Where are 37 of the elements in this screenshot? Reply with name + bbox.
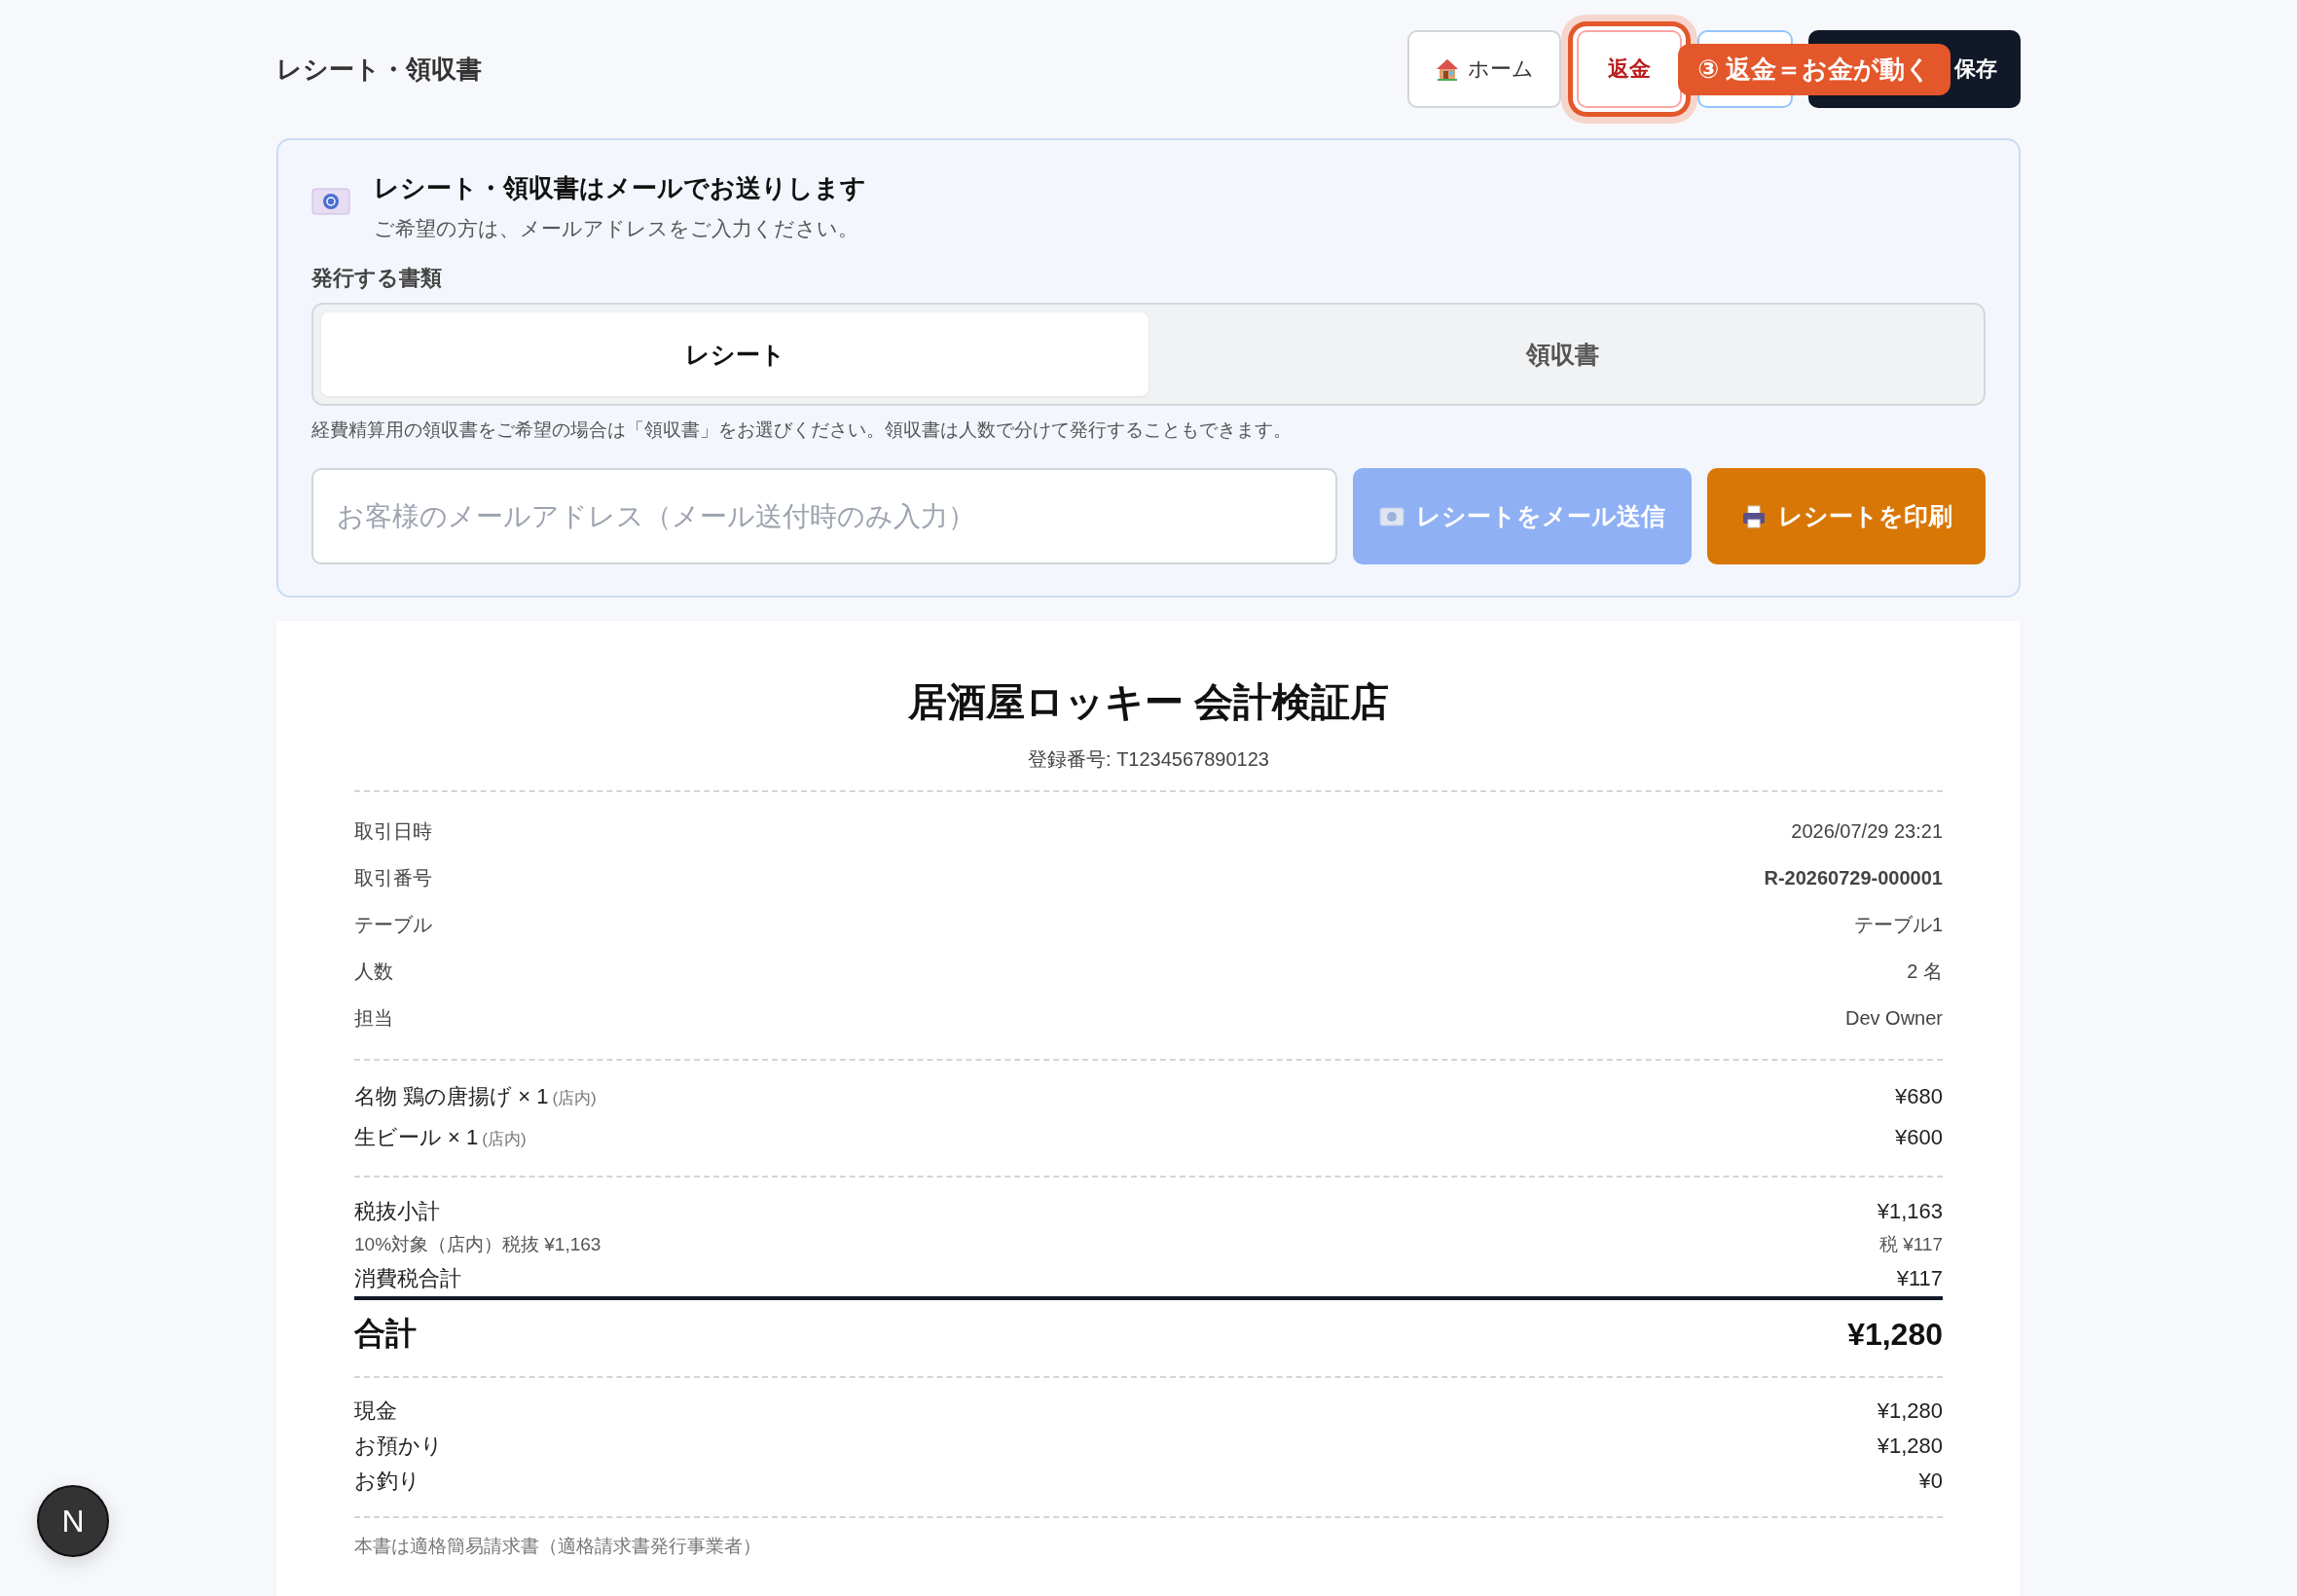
tutorial-tooltip: ③ 返金＝お金が動く (1678, 44, 1951, 95)
info-label: 人数 (354, 959, 393, 984)
info-label: 取引番号 (354, 865, 432, 890)
total-label: 合計 (354, 1315, 417, 1353)
summary-value: ¥1,163 (1877, 1198, 1943, 1224)
footer-note: 本書は適格簡易請求書（適格請求書発行事業者） (354, 1535, 762, 1558)
info-label: テーブル (354, 912, 432, 937)
page-title: レシート・領収書 (276, 53, 482, 86)
summary-label: 消費税合計 (354, 1264, 461, 1292)
registration-number: 登録番号: T1234567890123 (1027, 747, 1270, 772)
card-subtitle: ご希望の方は、メールアドレスをご入力ください。 (374, 216, 859, 241)
total-value: ¥1,280 (1847, 1316, 1943, 1353)
summary-value: ¥117 (1896, 1265, 1943, 1291)
hint-text: 経費精算用の領収書をご希望の場合は「領収書」をお選びください。領収書は人数で分けて発行することもできます。 (311, 418, 1293, 442)
item-price: ¥680 (1895, 1084, 1943, 1109)
summary-label: 10%対象（店内）税抜 ¥1,163 (354, 1233, 602, 1256)
info-label: 取引日時 (354, 818, 432, 844)
info-value: Dev Owner (1844, 1006, 1943, 1030)
info-label: 担当 (354, 1005, 393, 1031)
item-name: 名物 鶏の唐揚げ × 1 (店内) (354, 1083, 597, 1110)
payment-value: ¥0 (1918, 1469, 1943, 1494)
info-value: 2026/07/29 23:21 (1791, 819, 1943, 843)
payment-label: お釣り (354, 1468, 420, 1495)
payment-value: ¥1,280 (1877, 1433, 1943, 1459)
payment-value: ¥1,280 (1877, 1398, 1943, 1424)
info-value: 2 名 (1907, 959, 1943, 984)
payment-label: お預かり (354, 1433, 443, 1460)
item-price: ¥600 (1895, 1125, 1943, 1150)
summary-label: 税抜小計 (354, 1197, 440, 1225)
info-value: テーブル1 (1853, 912, 1943, 937)
summary-value: 税 ¥117 (1878, 1233, 1943, 1256)
payment-label: 現金 (354, 1397, 397, 1425)
field-label: 発行する書類 (311, 265, 443, 292)
item-name: 生ビール × 1 (店内) (354, 1124, 527, 1151)
info-value: R-20260729-000001 (1764, 866, 1943, 889)
card-title: レシート・領収書はメールでお送りします (374, 172, 866, 204)
store-name: 居酒屋ロッキー 会計検証店 (906, 679, 1391, 725)
